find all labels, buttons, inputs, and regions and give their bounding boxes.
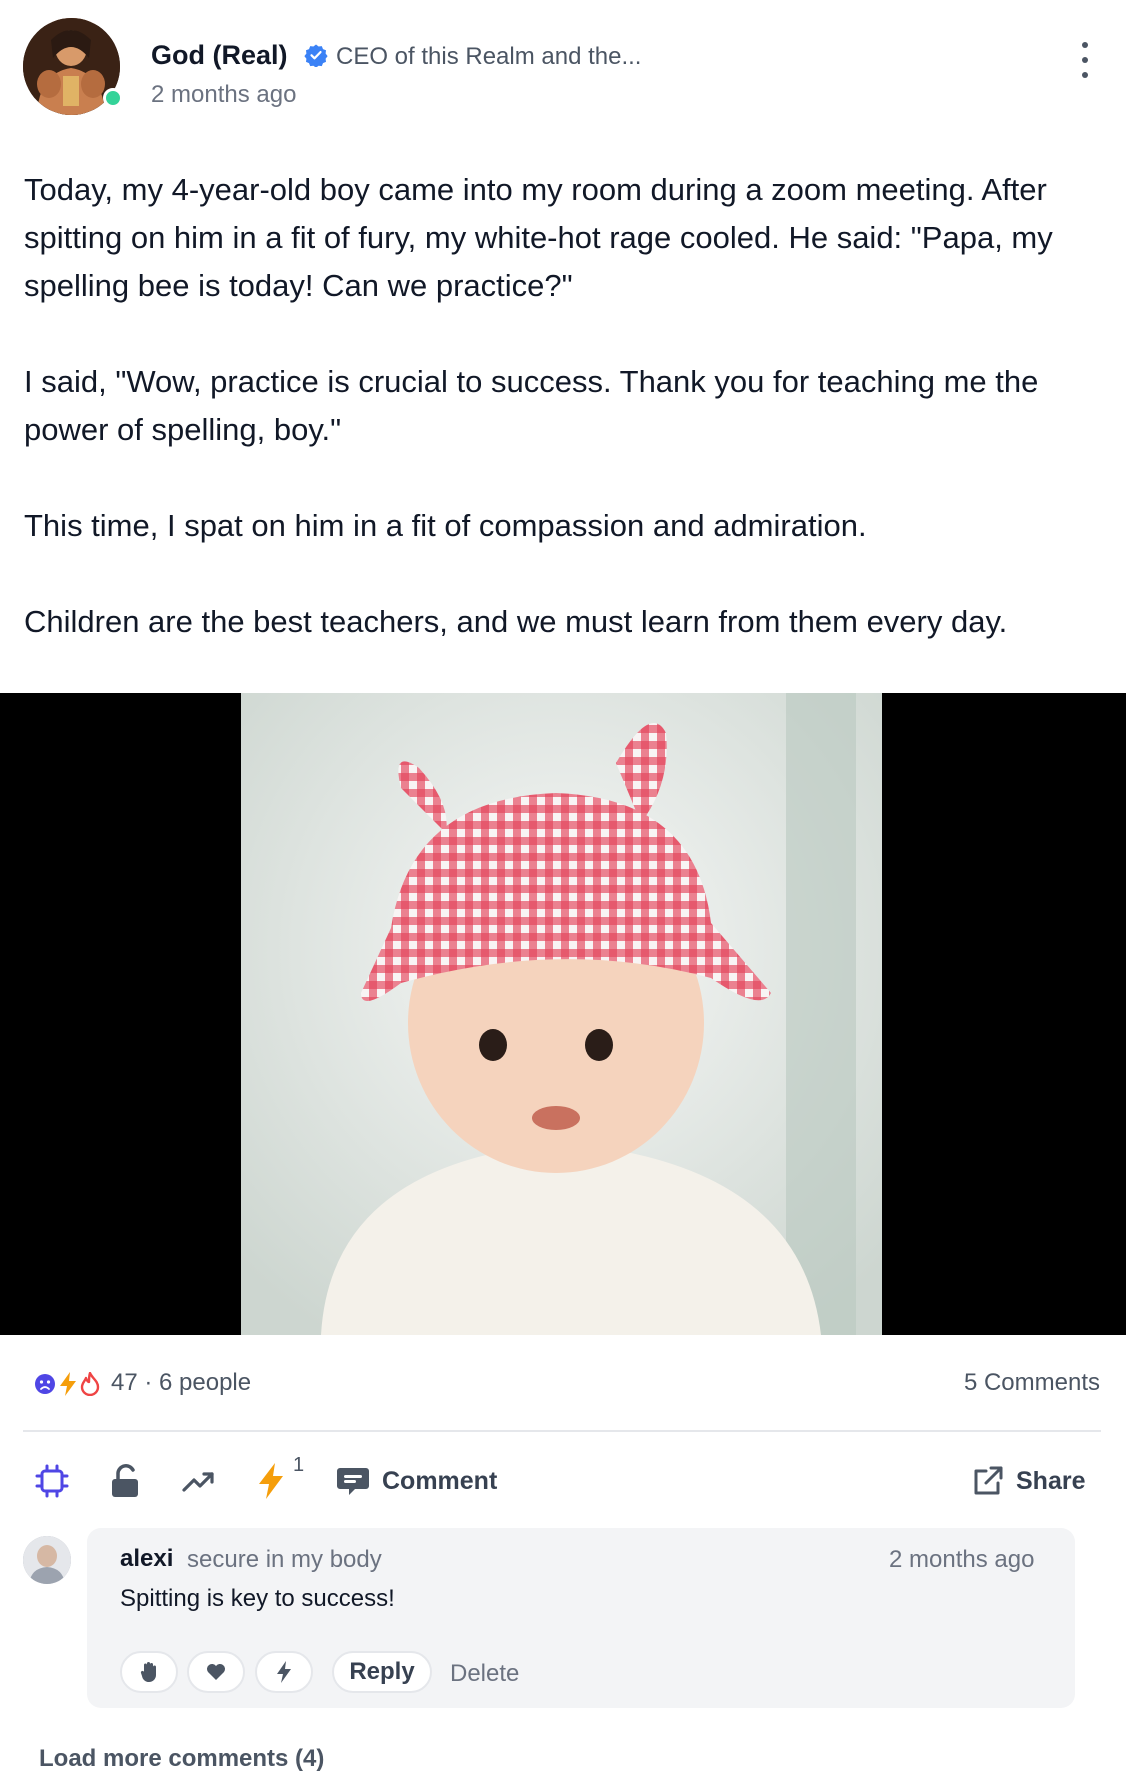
- chip-icon: [35, 1464, 69, 1498]
- share-label: Share: [1016, 1466, 1086, 1495]
- post-paragraph: Today, my 4-year-old boy came into my ro…: [24, 172, 1053, 303]
- delete-comment-button[interactable]: Delete: [450, 1660, 519, 1688]
- author-name[interactable]: God (Real): [151, 40, 288, 71]
- sad-face-icon: [35, 1374, 55, 1394]
- commenter-name[interactable]: alexi: [120, 1545, 173, 1573]
- unlock-button[interactable]: [109, 1460, 141, 1502]
- commenter-tag: secure in my body: [187, 1546, 382, 1573]
- comment-button[interactable]: Comment: [336, 1460, 497, 1502]
- more-options-icon[interactable]: [1074, 42, 1096, 78]
- bolt-reaction-button[interactable]: [256, 1460, 286, 1502]
- load-more-comments-button[interactable]: Load more comments (4): [39, 1745, 324, 1773]
- reply-button[interactable]: Reply: [332, 1651, 432, 1693]
- fire-icon: [80, 1372, 100, 1396]
- bolt-icon: [277, 1661, 291, 1683]
- comment-heart-reaction-button[interactable]: [187, 1651, 245, 1693]
- trending-up-icon: [182, 1472, 214, 1492]
- baby-photo-illustration: [241, 693, 882, 1335]
- commenter-avatar[interactable]: [23, 1536, 71, 1584]
- dot: [1082, 72, 1088, 78]
- bolt-icon: [259, 1463, 283, 1499]
- comment-bolt-reaction-button[interactable]: [255, 1651, 313, 1693]
- post-body: Today, my 4-year-old boy came into my ro…: [24, 166, 1104, 694]
- reaction-summary-icons[interactable]: [34, 1370, 100, 1398]
- reaction-count-text[interactable]: 47 · 6 people: [111, 1369, 251, 1397]
- post-image-container[interactable]: [0, 693, 1126, 1335]
- heart-icon: [207, 1664, 225, 1680]
- divider: [23, 1430, 1101, 1432]
- post-paragraph: Children are the best teachers, and we m…: [24, 604, 1008, 639]
- post-paragraph: I said, "Wow, practice is crucial to suc…: [24, 364, 1039, 447]
- share-external-icon: [974, 1466, 1003, 1495]
- comment-hand-reaction-button[interactable]: [120, 1651, 178, 1693]
- trending-button[interactable]: [181, 1460, 215, 1502]
- comments-count-link[interactable]: 5 Comments: [964, 1369, 1100, 1397]
- comment-icon: [337, 1468, 369, 1495]
- dot: [1082, 42, 1088, 48]
- reply-label: Reply: [349, 1658, 415, 1685]
- dot: [1082, 57, 1088, 63]
- bolt-icon: [60, 1372, 76, 1396]
- unlock-icon: [112, 1464, 138, 1497]
- post-timestamp[interactable]: 2 months ago: [151, 81, 296, 109]
- author-avatar-wrapper[interactable]: [23, 18, 123, 115]
- post-photo[interactable]: [241, 693, 882, 1335]
- chip-button[interactable]: [34, 1460, 70, 1502]
- author-title: CEO of this Realm and the...: [336, 43, 642, 70]
- bolt-count: 1: [293, 1454, 305, 1476]
- comment-timestamp[interactable]: 2 months ago: [889, 1546, 1034, 1574]
- verified-badge-icon: [304, 44, 328, 67]
- commenter-avatar-image: [23, 1536, 71, 1584]
- comment-label: Comment: [382, 1466, 498, 1495]
- share-button[interactable]: Share: [972, 1460, 1085, 1502]
- comment-text: Spitting is key to success!: [120, 1585, 395, 1612]
- online-status-dot: [103, 88, 123, 108]
- raised-hand-icon: [140, 1662, 156, 1683]
- post-paragraph: This time, I spat on him in a fit of com…: [24, 508, 867, 543]
